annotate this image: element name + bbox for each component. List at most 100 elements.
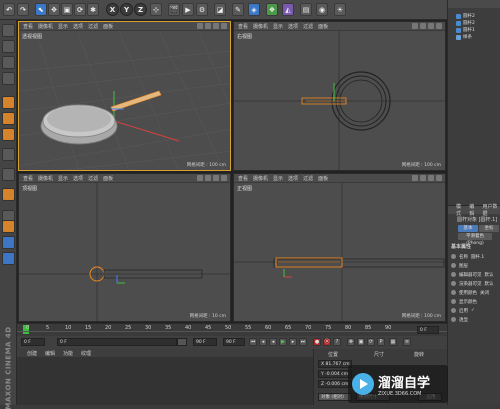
pla-key-icon[interactable]: ▦	[389, 338, 397, 346]
z-axis-lock-button[interactable]: Z	[134, 3, 147, 16]
menu-view[interactable]: 查看	[238, 23, 248, 30]
model-mode-icon[interactable]	[2, 40, 15, 53]
render-settings-icon[interactable]: ⚙	[196, 3, 208, 16]
menu-options[interactable]: 选项	[73, 175, 83, 182]
front-viewport[interactable]: 查看 摄像机 显示 选项 过滤 面板 正视图 网格间距 : 100 cm	[233, 173, 446, 322]
light-icon[interactable]: ☀	[334, 3, 346, 16]
render-visible-select[interactable]: 默认	[485, 281, 494, 287]
radio-icon[interactable]	[451, 281, 456, 286]
floor-scene-icon[interactable]: ▤	[300, 3, 312, 16]
goto-end-icon[interactable]: ⏭	[299, 338, 307, 346]
viewport-nav-icons[interactable]	[412, 175, 442, 181]
sculpt-icon[interactable]	[2, 236, 15, 249]
python-icon[interactable]	[2, 252, 15, 265]
camera-icon[interactable]: ◉	[316, 3, 328, 16]
menu-panel[interactable]: 面板	[318, 175, 328, 182]
radio-icon[interactable]	[451, 299, 456, 304]
object-row[interactable]: 圆杆1	[456, 27, 475, 33]
recent-tools-icon[interactable]: ✱	[87, 3, 99, 16]
make-editable-icon[interactable]	[2, 24, 15, 37]
cube-object-icon[interactable]: ◪	[214, 3, 226, 16]
radio-icon[interactable]	[451, 272, 456, 277]
object-row[interactable]: 圆杆2	[456, 13, 475, 19]
viewport-nav-icons[interactable]	[197, 23, 227, 29]
render-picture-icon[interactable]: ▶	[182, 3, 194, 16]
polygons-mode-icon[interactable]	[2, 128, 15, 141]
param-key-icon[interactable]: P	[377, 338, 385, 346]
menu-filter[interactable]: 过滤	[303, 23, 313, 30]
rotate-tool-icon[interactable]: ⟳	[74, 3, 86, 16]
menu-view[interactable]: 查看	[23, 175, 33, 182]
perspective-viewport[interactable]: 查看 摄像机 显示 选项 过滤 面板 透视视图 网	[18, 21, 231, 171]
preview-start-field[interactable]: 0 F	[57, 338, 177, 346]
coordinate-system-icon[interactable]: ⊹	[150, 3, 162, 16]
radio-icon[interactable]	[451, 317, 456, 322]
menu-camera[interactable]: 摄像机	[38, 175, 53, 182]
enable-snap-icon[interactable]	[2, 220, 15, 233]
menu-display[interactable]: 显示	[58, 23, 68, 30]
menu-camera[interactable]: 摄像机	[253, 175, 268, 182]
next-key-icon[interactable]: ▸	[289, 338, 297, 346]
menu-edit[interactable]: 编辑	[45, 350, 55, 357]
y-axis-lock-button[interactable]: Y	[120, 3, 133, 16]
menu-options[interactable]: 选项	[288, 23, 298, 30]
menu-mode[interactable]: 模式	[456, 203, 465, 217]
timeline-ruler[interactable]: 0 5 10 15 20 25 30 35 40 45 50 55 60 65 …	[17, 323, 447, 336]
keyframe-selection-icon[interactable]: ?	[333, 338, 341, 346]
object-row[interactable]: 样条	[456, 34, 472, 40]
menu-panel[interactable]: 面板	[103, 23, 113, 30]
menu-options[interactable]: 选项	[288, 175, 298, 182]
menu-texture[interactable]: 纹理	[81, 350, 91, 357]
select-tool-icon[interactable]: ⬉	[35, 3, 47, 16]
menu-panel[interactable]: 面板	[318, 23, 328, 30]
menu-panel[interactable]: 面板	[103, 175, 113, 182]
autokey-icon[interactable]: ⦿	[323, 338, 331, 346]
radio-icon[interactable]	[451, 263, 456, 268]
use-color-select[interactable]: 关闭	[480, 290, 489, 296]
rotation-key-icon[interactable]: ⟳	[367, 338, 375, 346]
menu-userdata[interactable]: 用户数据	[483, 203, 500, 217]
undo-icon[interactable]: ↶	[3, 3, 15, 16]
x-axis-lock-button[interactable]: X	[106, 3, 119, 16]
subdivision-surface-icon[interactable]: ◈	[248, 3, 260, 16]
position-z-field[interactable]: Z -0.006 cm	[318, 380, 352, 388]
top-viewport[interactable]: 查看 摄像机 显示 选项 过滤 面板 顶视图 网格间距 : 10 cm	[18, 173, 231, 322]
menu-edit[interactable]: 编辑	[469, 203, 478, 217]
object-row[interactable]: 圆杆2	[456, 20, 475, 26]
points-mode-icon[interactable]	[2, 96, 15, 109]
scale-key-icon[interactable]: ▣	[357, 338, 365, 346]
texture-mode-icon[interactable]	[2, 56, 15, 69]
pen-spline-icon[interactable]: ✎	[232, 3, 244, 16]
viewport-nav-icons[interactable]	[197, 175, 227, 181]
render-view-icon[interactable]: 🎬	[168, 3, 180, 16]
viewport-nav-icons[interactable]	[412, 23, 442, 29]
menu-filter[interactable]: 过滤	[88, 23, 98, 30]
workplane-icon[interactable]	[2, 72, 15, 85]
tab-phong[interactable]: 平滑着色(Phong)	[458, 233, 492, 240]
range-handle[interactable]	[177, 338, 187, 346]
editor-visible-select[interactable]: 默认	[485, 272, 494, 278]
radio-icon[interactable]	[451, 308, 456, 313]
preview-end-field[interactable]: 90 F	[193, 338, 217, 346]
menu-view[interactable]: 查看	[23, 23, 33, 30]
menu-options[interactable]: 选项	[73, 23, 83, 30]
name-field[interactable]: 圆杆.1	[471, 254, 484, 260]
menu-display[interactable]: 显示	[58, 175, 68, 182]
array-icon[interactable]: ❖	[266, 3, 278, 16]
enable-checkbox[interactable]: ✓	[471, 308, 475, 313]
menu-view[interactable]: 查看	[238, 175, 248, 182]
play-icon[interactable]: ▶	[279, 338, 287, 346]
edges-mode-icon[interactable]	[2, 112, 15, 125]
tweak-mode-icon[interactable]	[2, 168, 15, 181]
position-key-icon[interactable]: ✥	[347, 338, 355, 346]
radio-icon[interactable]	[451, 254, 456, 259]
menu-function[interactable]: 功能	[63, 350, 73, 357]
position-x-field[interactable]: X 81.767 cm	[318, 360, 352, 368]
play-back-icon[interactable]: ◂	[269, 338, 277, 346]
object-manager-menu[interactable]	[448, 0, 500, 8]
radio-icon[interactable]	[451, 290, 456, 295]
menu-filter[interactable]: 过滤	[88, 175, 98, 182]
current-frame-field[interactable]: 0 F	[417, 326, 439, 334]
menu-camera[interactable]: 摄像机	[38, 23, 53, 30]
right-viewport[interactable]: 查看 摄像机 显示 选项 过滤 面板 右视图 网格间距 : 100 cm	[233, 21, 446, 171]
